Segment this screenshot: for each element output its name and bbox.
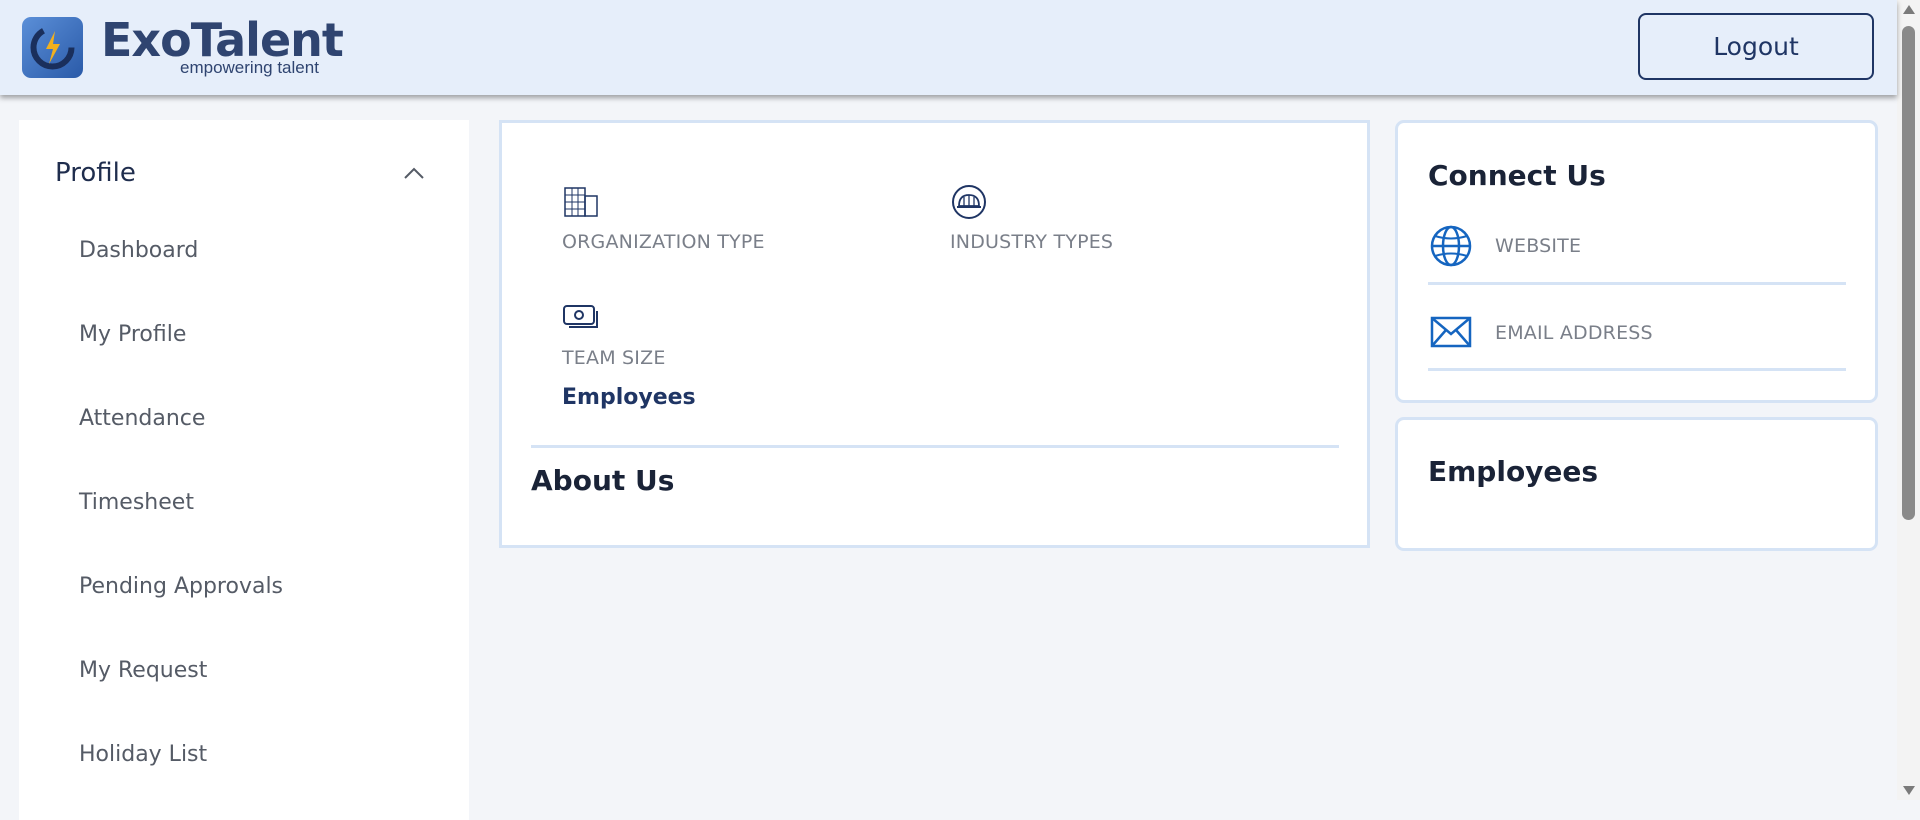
sidebar-item-dashboard[interactable]: Dashboard	[79, 238, 198, 263]
company-details-card: ORGANIZATION TYPE INDUSTRY TYPES TEAM SI…	[499, 120, 1370, 548]
sidebar-item-holiday-list[interactable]: Holiday List	[79, 742, 207, 767]
building-icon	[564, 187, 598, 217]
about-us-title: About Us	[531, 464, 675, 497]
website-label[interactable]: WEBSITE	[1495, 235, 1581, 257]
team-size-label: TEAM SIZE	[562, 347, 666, 369]
scroll-up-icon[interactable]	[1903, 5, 1915, 14]
globe-icon[interactable]	[1430, 225, 1472, 267]
page-scrollbar[interactable]	[1897, 0, 1920, 800]
scroll-thumb[interactable]	[1902, 26, 1915, 520]
sidebar: Profile Dashboard My Profile Attendance …	[19, 120, 469, 820]
industry-types-label: INDUSTRY TYPES	[950, 231, 1114, 253]
sidebar-item-timesheet[interactable]: Timesheet	[79, 490, 194, 515]
sidebar-item-pending-approvals[interactable]: Pending Approvals	[79, 574, 283, 599]
brand-tagline: empowering talent	[180, 58, 319, 77]
divider	[1428, 282, 1846, 285]
employees-card: Employees	[1395, 417, 1878, 551]
envelope-icon[interactable]	[1430, 316, 1472, 348]
connect-us-title: Connect Us	[1428, 159, 1606, 192]
connect-us-card: Connect Us WEBSITE EMAIL ADDRESS	[1395, 120, 1878, 403]
divider	[1428, 368, 1846, 371]
organization-type-label: ORGANIZATION TYPE	[562, 231, 765, 253]
scroll-down-icon[interactable]	[1903, 786, 1915, 795]
sidebar-section-profile[interactable]: Profile	[55, 158, 136, 188]
chevron-up-icon[interactable]	[403, 166, 425, 180]
divider	[531, 445, 1339, 448]
email-address-label[interactable]: EMAIL ADDRESS	[1495, 322, 1653, 344]
team-size-value: Employees	[562, 385, 696, 410]
employees-title: Employees	[1428, 455, 1599, 488]
sidebar-item-my-profile[interactable]: My Profile	[79, 322, 186, 347]
cash-icon	[563, 305, 598, 328]
sidebar-item-my-request[interactable]: My Request	[79, 658, 207, 683]
hard-hat-icon	[952, 185, 986, 219]
logout-button[interactable]: Logout	[1638, 13, 1874, 80]
top-header: ExoTalent empowering talent Logout	[0, 0, 1897, 95]
exotalent-logo-icon[interactable]	[22, 17, 83, 78]
sidebar-item-attendance[interactable]: Attendance	[79, 406, 205, 431]
